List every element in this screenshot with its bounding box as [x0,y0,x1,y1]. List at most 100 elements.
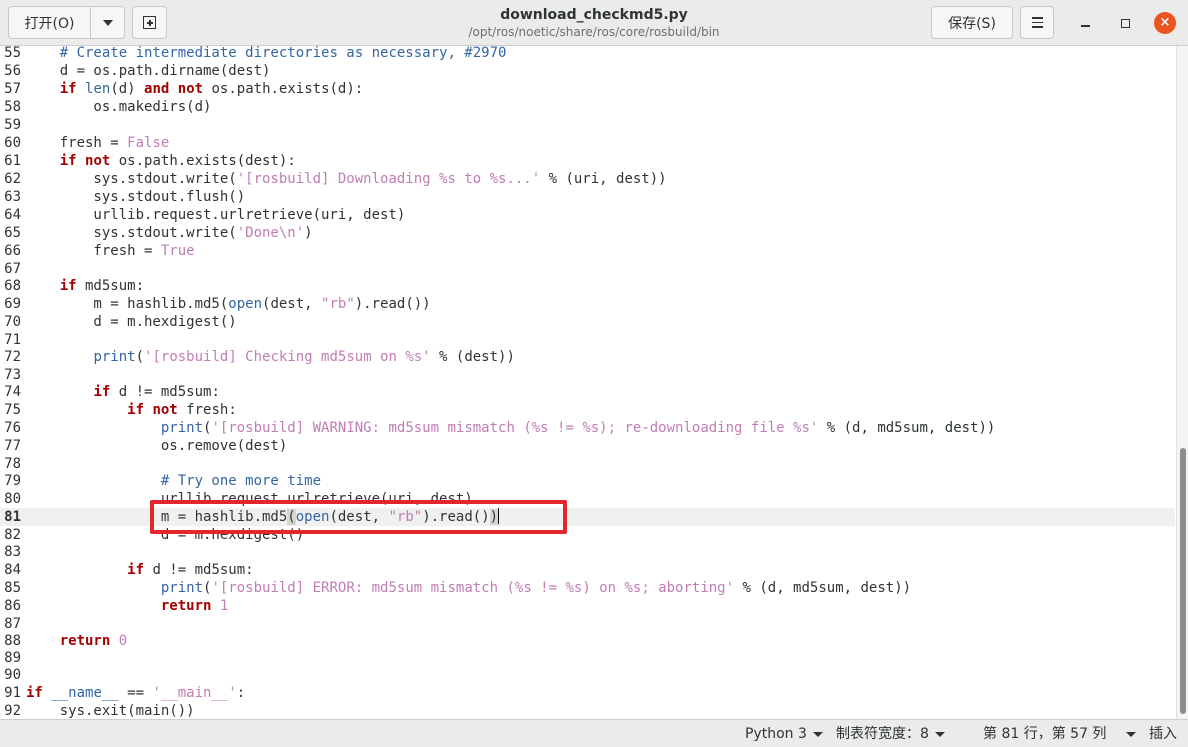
line-number: 87 [4,616,21,632]
line-number: 63 [4,189,21,205]
code-line: 62 sys.stdout.write('[rosbuild] Download… [0,170,1175,188]
code-text: return 1 [160,598,229,614]
code-text: fresh = False [26,135,170,151]
open-button[interactable]: 打开(O) [8,6,91,39]
code-text: urllib.request.urlretrieve(uri, dest) [26,207,406,223]
open-menu-button[interactable] [90,6,125,39]
line-number: 79 [4,473,21,489]
code-line: 58 os.makedirs(d) [0,98,1175,116]
code-text: sys.stdout.write('Done\n') [26,225,313,241]
code-line: 75 if not fresh: [0,401,1175,419]
code-line: 59 [0,116,1175,134]
code-line: 88 return 0 [0,632,1175,650]
line-number: 80 [4,491,21,507]
vertical-scrollbar[interactable] [1176,46,1188,719]
code-text: urllib.request.urlretrieve(uri, dest) [26,491,473,507]
code-line: 78 [0,455,1175,473]
minimize-button[interactable] [1074,12,1096,34]
line-number: 56 [4,63,21,79]
line-number: 84 [4,562,21,578]
save-button[interactable]: 保存(S) [931,6,1013,39]
code-line: 60 fresh = False [0,134,1175,152]
tab-width-selector[interactable]: 制表符宽度：8 [836,725,945,743]
code-text: if __name__ == '__main__': [26,685,246,701]
line-number: 71 [4,332,21,348]
language-label: Python 3 [745,726,807,742]
line-number: 60 [4,135,21,151]
code-line: 73 [0,366,1175,384]
line-number: 77 [4,438,21,454]
hamburger-menu-icon [1031,17,1043,28]
line-number: 76 [4,420,21,436]
close-button[interactable]: × [1154,12,1176,34]
code-text: if md5sum: [59,278,145,294]
line-number: 85 [4,580,21,596]
code-line: 66 fresh = True [0,242,1175,260]
tab-width-label: 制表符宽度：8 [836,726,929,742]
code-line: 61 if not os.path.exists(dest): [0,152,1175,170]
code-text: d = m.hexdigest() [26,314,237,330]
maximize-button[interactable] [1114,12,1136,34]
line-number: 70 [4,314,21,330]
line-number: 59 [4,117,21,133]
line-number: 61 [4,153,21,169]
line-number: 57 [4,81,21,97]
code-text: m = hashlib.md5(open(dest, "rb").read()) [26,508,500,525]
code-text: if d != md5sum: [93,384,220,400]
code-line: 79 # Try one more time [0,472,1175,490]
code-line: 63 sys.stdout.flush() [0,188,1175,206]
code-line: 70 d = m.hexdigest() [0,313,1175,331]
code-line: 71 [0,331,1175,349]
window-title: download_checkmd5.py [500,7,688,23]
line-number: 58 [4,99,21,115]
line-number: 86 [4,598,21,614]
code-line: 69 m = hashlib.md5(open(dest, "rb").read… [0,295,1175,313]
code-line: 83 [0,543,1175,561]
window-subtitle-path: /opt/ros/noetic/share/ros/core/rosbuild/… [468,25,720,39]
code-text: if not fresh: [127,402,237,418]
chevron-down-icon [1126,731,1137,737]
new-tab-button[interactable] [132,6,167,39]
code-line: 68 if md5sum: [0,277,1175,295]
language-selector[interactable]: Python 3 [745,725,823,743]
code-line: 67 [0,260,1175,278]
line-number: 78 [4,456,21,472]
code-line: 76 print('[rosbuild] WARNING: md5sum mis… [0,419,1175,437]
minimize-icon [1080,25,1090,27]
line-number: 73 [4,367,21,383]
code-line: 64 urllib.request.urlretrieve(uri, dest) [0,206,1175,224]
line-number: 67 [4,261,21,277]
line-number: 82 [4,527,21,543]
window-title-block: download_checkmd5.py /opt/ros/noetic/sha… [400,6,788,40]
line-number: 90 [4,667,21,683]
scrollbar-thumb[interactable] [1180,448,1186,714]
line-number: 68 [4,278,21,294]
line-number: 72 [4,349,21,365]
code-text: fresh = True [26,243,195,259]
chevron-down-icon [102,19,113,26]
code-text: print('[rosbuild] ERROR: md5sum mismatch… [160,580,912,596]
code-editor[interactable]: 55 # Create intermediate directories as … [0,46,1188,719]
code-text: d = os.path.dirname(dest) [26,63,271,79]
status-bar: Python 3 制表符宽度：8 第 81 行，第 57 列 插入 [0,719,1188,747]
code-line: 80 urllib.request.urlretrieve(uri, dest) [0,490,1175,508]
cursor-position-selector[interactable]: 第 81 行，第 57 列 [983,725,1137,743]
current-code-line: 81 m = hashlib.md5(open(dest, "rb").read… [0,508,1175,526]
code-text: print('[rosbuild] Checking md5sum on %s'… [93,349,515,365]
code-line: 56 d = os.path.dirname(dest) [0,62,1175,80]
code-line: 72 print('[rosbuild] Checking md5sum on … [0,348,1175,366]
code-text: sys.stdout.write('[rosbuild] Downloading… [26,171,667,187]
code-line: 55 # Create intermediate directories as … [0,46,1175,62]
code-text: os.makedirs(d) [26,99,212,115]
line-number: 75 [4,402,21,418]
code-text: print('[rosbuild] WARNING: md5sum mismat… [160,420,996,436]
code-line: 65 sys.stdout.write('Done\n') [0,224,1175,242]
code-text: if len(d) and not os.path.exists(d): [59,81,364,97]
code-line: 90 [0,666,1175,684]
line-number: 62 [4,171,21,187]
code-text: if d != md5sum: [127,562,254,578]
main-menu-button[interactable] [1020,6,1054,39]
insert-mode-indicator: 插入 [1149,725,1177,743]
line-number: 92 [4,703,21,719]
line-number: 55 [4,46,21,61]
